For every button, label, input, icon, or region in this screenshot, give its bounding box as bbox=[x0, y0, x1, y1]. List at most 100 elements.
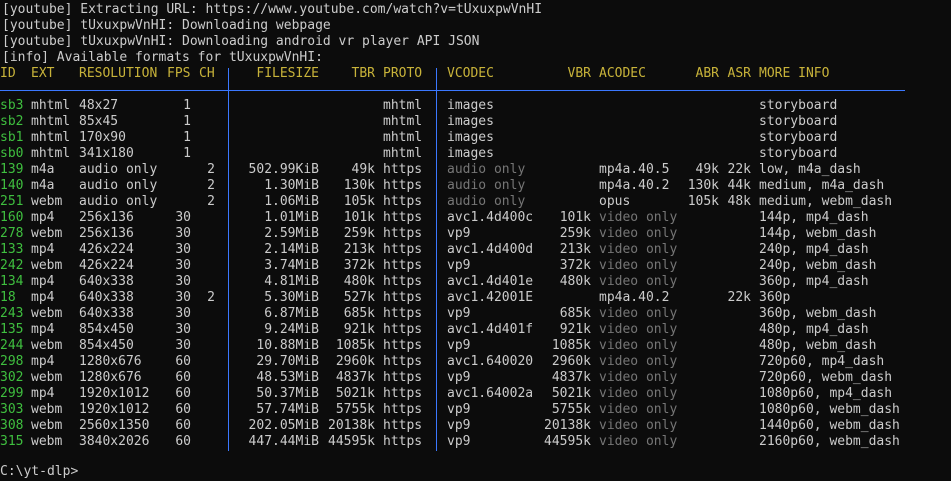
cell-acodec: mp4a.40.5 bbox=[599, 162, 670, 177]
cell-res: 426x224 bbox=[79, 258, 134, 273]
cell-proto: https bbox=[383, 162, 423, 177]
cell-proto: https bbox=[383, 290, 423, 305]
log-line: [youtube] Extracting URL: https://www.yo… bbox=[2, 2, 543, 17]
cell-fps: 30 bbox=[175, 226, 191, 241]
format-row: sb0 mhtml 341x180 1 mhtml images storyboard bbox=[0, 146, 951, 162]
format-row: 242 webm 426x224 30 3.74MiB 372k https vp9 372k v… bbox=[0, 258, 951, 274]
cell-id: sb0 bbox=[0, 146, 24, 161]
cell-vbr: 685k bbox=[559, 306, 591, 321]
cell-fps: 60 bbox=[175, 434, 191, 449]
header-proto: PROTO bbox=[383, 66, 423, 81]
cell-id: 278 bbox=[0, 226, 24, 241]
cell-res: 854x450 bbox=[79, 338, 134, 353]
cell-tbr: 44595k bbox=[328, 434, 375, 449]
cell-info: 360p bbox=[759, 290, 791, 305]
cell-info: 240p, mp4_dash bbox=[759, 242, 869, 257]
cell-tbr: 480k bbox=[343, 274, 375, 289]
cell-ext: webm bbox=[31, 434, 63, 449]
cell-fps: 1 bbox=[183, 98, 191, 113]
format-row: 315 webm 3840x2026 60 447.44MiB 44595k https vp… bbox=[0, 434, 951, 450]
cell-proto: https bbox=[383, 194, 423, 209]
header-fps: FPS bbox=[167, 66, 191, 81]
cell-res: 85x45 bbox=[79, 114, 119, 129]
header-tbr: TBR bbox=[351, 66, 375, 81]
cell-size: 447.44MiB bbox=[248, 434, 319, 449]
header-asr: ASR bbox=[727, 66, 751, 81]
cell-id: 134 bbox=[0, 274, 24, 289]
header-more-info: MORE INFO bbox=[759, 66, 830, 81]
cell-proto: https bbox=[383, 418, 423, 433]
cell-fps: 30 bbox=[175, 242, 191, 257]
cell-ext: webm bbox=[31, 418, 63, 433]
cell-vcodec: images bbox=[447, 114, 494, 129]
cell-info: 144p, mp4_dash bbox=[759, 210, 869, 225]
cell-ext: mp4 bbox=[31, 354, 55, 369]
cell-vcodec: avc1.64002a bbox=[447, 386, 534, 401]
cell-id: 244 bbox=[0, 338, 24, 353]
cell-id: 298 bbox=[0, 354, 24, 369]
cell-acodec: video only bbox=[599, 210, 678, 225]
cell-proto: mhtml bbox=[383, 130, 423, 145]
cell-vbr: 1085k bbox=[551, 338, 591, 353]
cell-vbr: 5755k bbox=[551, 402, 591, 417]
cell-size: 4.81MiB bbox=[264, 274, 319, 289]
cell-proto: https bbox=[383, 210, 423, 225]
cell-abr: 105k bbox=[687, 194, 719, 209]
format-row: 278 webm 256x136 30 2.59MiB 259k https vp9 259k v… bbox=[0, 226, 951, 242]
cell-acodec: video only bbox=[599, 322, 678, 337]
cell-res: 2560x1350 bbox=[79, 418, 150, 433]
cell-proto: https bbox=[383, 338, 423, 353]
cell-tbr: 130k bbox=[343, 178, 375, 193]
header-filesize: FILESIZE bbox=[256, 66, 319, 81]
cell-id: 140 bbox=[0, 178, 24, 193]
cell-info: medium, m4a_dash bbox=[759, 178, 885, 193]
cell-acodec: video only bbox=[599, 386, 678, 401]
log-line: [info] Available formats for tUxuxpwVnHI… bbox=[2, 50, 323, 65]
cell-vcodec: vp9 bbox=[447, 418, 471, 433]
cell-res: 1280x676 bbox=[79, 370, 142, 385]
cell-info: 2160p60, webm_dash bbox=[759, 434, 900, 449]
cell-acodec: video only bbox=[599, 338, 678, 353]
cell-vbr: 480k bbox=[559, 274, 591, 289]
cell-acodec: video only bbox=[599, 434, 678, 449]
format-row: 302 webm 1280x676 60 48.53MiB 4837k https vp9 48… bbox=[0, 370, 951, 386]
cell-ext: mp4 bbox=[31, 274, 55, 289]
cell-size: 502.99KiB bbox=[248, 162, 319, 177]
cell-tbr: 4837k bbox=[335, 370, 375, 385]
cell-id: sb2 bbox=[0, 114, 24, 129]
cell-vbr: 213k bbox=[559, 242, 591, 257]
cell-size: 1.30MiB bbox=[264, 178, 319, 193]
cell-res: 3840x2026 bbox=[79, 434, 150, 449]
cell-proto: https bbox=[383, 306, 423, 321]
command-prompt[interactable]: C:\yt-dlp> bbox=[0, 464, 78, 480]
cell-id: 139 bbox=[0, 162, 24, 177]
cell-id: 242 bbox=[0, 258, 24, 273]
cell-fps: 30 bbox=[175, 210, 191, 225]
cell-ext: mp4 bbox=[31, 242, 55, 257]
cell-proto: https bbox=[383, 386, 423, 401]
cell-ext: webm bbox=[31, 338, 63, 353]
cell-size: 1.06MiB bbox=[264, 194, 319, 209]
cell-tbr: 105k bbox=[343, 194, 375, 209]
cell-vcodec: vp9 bbox=[447, 338, 471, 353]
cell-ext: m4a bbox=[31, 162, 55, 177]
format-row: 308 webm 2560x1350 60 202.05MiB 20138k https vp… bbox=[0, 418, 951, 434]
cell-id: sb3 bbox=[0, 98, 24, 113]
cell-proto: https bbox=[383, 370, 423, 385]
cell-proto: https bbox=[383, 434, 423, 449]
cell-ext: webm bbox=[31, 258, 63, 273]
cell-res: 640x338 bbox=[79, 306, 134, 321]
cell-proto: https bbox=[383, 242, 423, 257]
cell-asr: 44k bbox=[727, 178, 751, 193]
format-row: 298 mp4 1280x676 60 29.70MiB 2960k https avc1.6… bbox=[0, 354, 951, 370]
header-abr: ABR bbox=[695, 66, 719, 81]
cell-vcodec: avc1.640020 bbox=[447, 354, 534, 369]
cell-tbr: 259k bbox=[343, 226, 375, 241]
cell-ext: mhtml bbox=[31, 114, 71, 129]
terminal-window[interactable]: [youtube] Extracting URL: https://www.yo… bbox=[0, 0, 951, 481]
cell-id: 133 bbox=[0, 242, 24, 257]
cell-proto: https bbox=[383, 402, 423, 417]
cell-res: 170x90 bbox=[79, 130, 126, 145]
cell-ch: 2 bbox=[207, 162, 215, 177]
format-row: 140 m4a audio only 2 1.30MiB 130k https audio o… bbox=[0, 178, 951, 194]
